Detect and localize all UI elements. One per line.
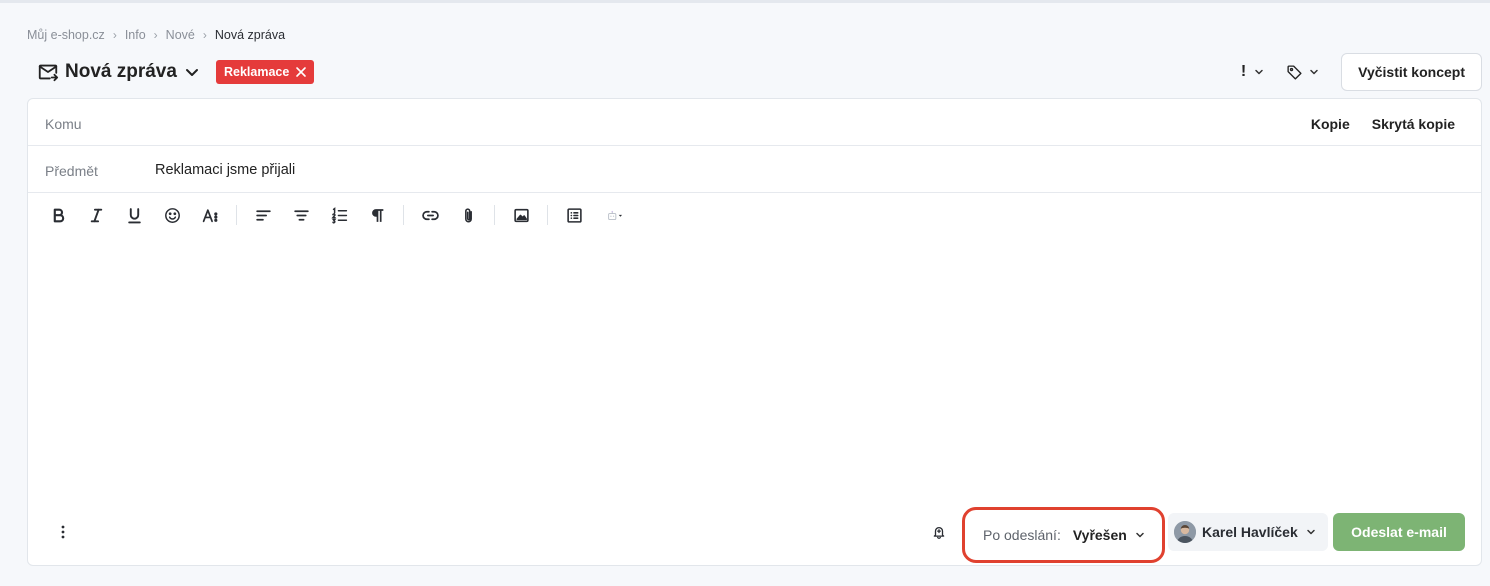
subject-input[interactable]: Reklamaci jsme přijali [155, 162, 295, 178]
assignee-dropdown[interactable]: Karel Havlíček [1168, 513, 1328, 551]
editor-toolbar [46, 203, 644, 227]
remove-tag-icon[interactable] [295, 66, 307, 78]
more-options-icon[interactable] [53, 520, 73, 544]
link-icon [421, 210, 439, 220]
breadcrumb-item-shop[interactable]: Můj e-shop.cz [27, 28, 105, 42]
toolbar-divider [236, 205, 237, 225]
robot-icon [607, 210, 622, 220]
emoji-button[interactable] [160, 203, 184, 227]
compose-card: Komu Kopie Skrytá kopie Předmět Reklamac… [27, 98, 1482, 566]
title-dropdown[interactable]: Nová zpráva [37, 57, 199, 87]
page-header: Nová zpráva Reklamace ! Vyčistit koncept [27, 53, 1482, 91]
assignee-name: Karel Havlíček [1202, 524, 1298, 540]
chevron-down-icon [1310, 69, 1318, 75]
breadcrumb-separator-icon: › [153, 28, 158, 42]
chevron-down-icon [1306, 529, 1315, 535]
tag-icon [1287, 64, 1302, 80]
send-email-button[interactable]: Odeslat e-mail [1333, 513, 1465, 551]
mail-send-icon [38, 64, 59, 82]
tags-dropdown[interactable] [1286, 64, 1319, 81]
recipient-row: Komu Kopie Skrytá kopie [28, 99, 1481, 146]
avatar [1174, 521, 1196, 543]
bold-button[interactable] [46, 203, 70, 227]
page-title: Nová zpráva [65, 61, 177, 82]
tag-label: Reklamace [224, 65, 290, 79]
font-size-button[interactable] [198, 203, 222, 227]
font-size-icon [202, 208, 217, 222]
toolbar-divider [494, 205, 495, 225]
underline-button[interactable] [122, 203, 146, 227]
align-left-icon [255, 209, 271, 221]
image-button[interactable] [509, 203, 533, 227]
bold-icon [53, 208, 64, 222]
link-button[interactable] [418, 203, 442, 227]
italic-button[interactable] [84, 203, 108, 227]
breadcrumb-separator-icon: › [202, 28, 207, 42]
emoji-icon [164, 207, 180, 223]
ordered-list-icon [330, 206, 347, 224]
paragraph-icon [371, 208, 383, 222]
breadcrumb-item-info[interactable]: Info [125, 28, 146, 42]
tag-badge: Reklamace [216, 60, 315, 84]
chevron-down-icon [1255, 69, 1263, 75]
align-center-icon [293, 209, 309, 221]
toolbar-divider [403, 205, 404, 225]
header-actions: ! Vyčistit koncept [1241, 53, 1482, 91]
priority-dropdown[interactable]: ! [1241, 63, 1264, 81]
subject-label: Předmět [45, 163, 98, 179]
priority-icon: ! [1240, 63, 1247, 80]
clear-draft-button[interactable]: Vyčistit koncept [1341, 53, 1482, 91]
to-input[interactable] [155, 109, 1255, 137]
attachment-button[interactable] [456, 203, 480, 227]
breadcrumb-item-current: Nová zpráva [214, 28, 286, 42]
toolbar-divider [547, 205, 548, 225]
after-send-status-dropdown[interactable]: Po odeslání: Vyřešen [962, 507, 1165, 563]
chevron-down-icon [185, 69, 198, 76]
ai-assistant-dropdown[interactable] [600, 203, 630, 227]
template-button[interactable] [562, 203, 586, 227]
chevron-down-icon [1136, 532, 1144, 538]
breadcrumb: Můj e-shop.cz › Info › Nové › Nová zpráv… [27, 28, 285, 42]
top-border [0, 0, 1490, 3]
bcc-button[interactable]: Skrytá kopie [1372, 116, 1455, 132]
template-icon [566, 207, 582, 223]
paragraph-button[interactable] [365, 203, 389, 227]
align-left-button[interactable] [251, 203, 275, 227]
italic-icon [90, 208, 102, 222]
compose-footer: Po odeslání: Vyřešen Karel Havlíček Odes… [28, 507, 1481, 563]
breadcrumb-separator-icon: › [112, 28, 117, 42]
underline-icon [127, 207, 141, 223]
after-send-label: Po odeslání: [983, 527, 1061, 543]
cc-button[interactable]: Kopie [1311, 116, 1350, 132]
breadcrumb-item-new[interactable]: Nové [166, 28, 195, 42]
paperclip-icon [464, 207, 472, 222]
message-body-editor[interactable] [45, 241, 1465, 501]
ordered-list-button[interactable] [327, 203, 351, 227]
reminder-bell-icon[interactable] [929, 521, 949, 543]
cc-links: Kopie Skrytá kopie [1311, 116, 1455, 132]
subject-row: Předmět Reklamaci jsme přijali [28, 146, 1481, 193]
image-icon [513, 208, 529, 222]
after-send-value: Vyřešen [1072, 527, 1127, 543]
align-center-button[interactable] [289, 203, 313, 227]
to-label: Komu [45, 116, 82, 132]
